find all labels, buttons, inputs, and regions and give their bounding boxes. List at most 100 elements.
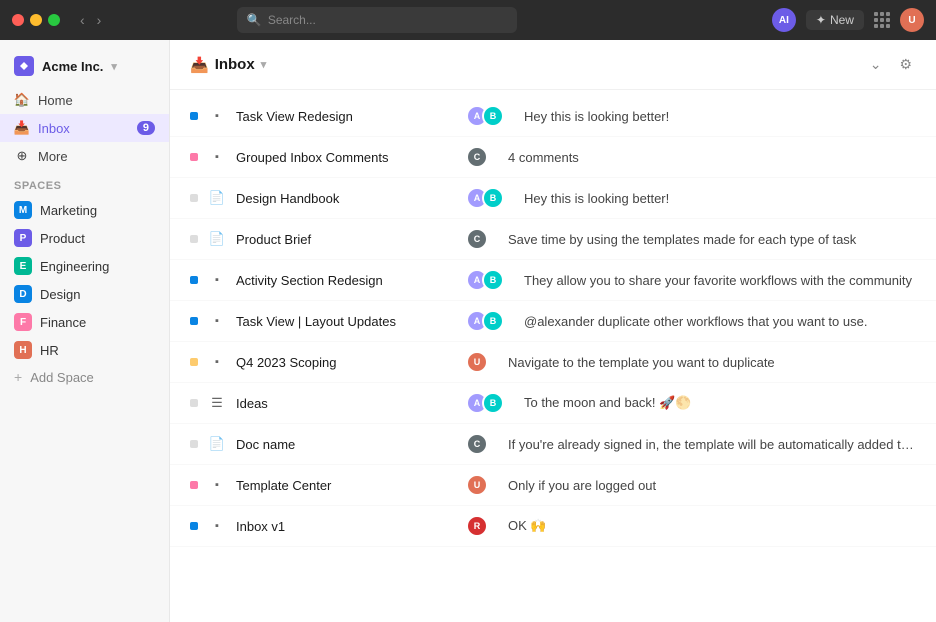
row-comment: To the moon and back! 🚀🌕 [524, 395, 916, 411]
row-title: Design Handbook [236, 191, 456, 206]
inbox-row-product-brief[interactable]: 📄 Product Brief C Save time by using the… [170, 219, 936, 260]
row-title: Grouped Inbox Comments [236, 150, 456, 165]
avatar-1: B [482, 310, 504, 332]
row-indicator [190, 276, 198, 284]
sidebar-item-more[interactable]: ⊕ More [0, 142, 169, 170]
add-space-button[interactable]: + Add Space [0, 364, 169, 390]
lines-icon: ☰ [208, 394, 226, 412]
forward-arrow[interactable]: › [93, 10, 106, 30]
close-dot[interactable] [12, 14, 24, 26]
more-icon: ⊕ [14, 148, 30, 164]
finance-avatar: F [14, 313, 32, 331]
brand-name: Acme Inc. [42, 59, 103, 74]
grid-icon[interactable] [874, 12, 890, 28]
row-avatars: U [466, 351, 488, 373]
sidebar-item-inbox[interactable]: 📥 Inbox 9 [0, 114, 169, 142]
inbox-row-doc-name[interactable]: 📄 Doc name C If you're already signed in… [170, 424, 936, 465]
inbox-row-q4-2023-scoping[interactable]: ▪ Q4 2023 Scoping U Navigate to the temp… [170, 342, 936, 383]
avatar-0: C [466, 433, 488, 455]
content-area: 📥 Inbox ▾ ⌄ ⚙ ▪ Task View Redesign AB He… [170, 40, 936, 622]
marketing-avatar: M [14, 201, 32, 219]
avatar-1: B [482, 187, 504, 209]
square-icon: ▪ [208, 353, 226, 371]
square-icon: ▪ [208, 107, 226, 125]
space-label-product: Product [40, 231, 85, 246]
doc-icon: 📄 [208, 435, 226, 453]
settings-icon[interactable]: ⚙ [895, 52, 916, 77]
row-title: Template Center [236, 478, 456, 493]
row-avatars: AB [466, 187, 504, 209]
home-icon: 🏠 [14, 92, 30, 108]
new-button[interactable]: ✦ New [806, 10, 864, 30]
ai-badge[interactable]: AI [772, 8, 796, 32]
row-indicator [190, 153, 198, 161]
inbox-title-text: Inbox [215, 56, 255, 73]
square-icon: ▪ [208, 148, 226, 166]
row-avatars: AB [466, 269, 504, 291]
sidebar-item-design[interactable]: D Design [0, 280, 169, 308]
brand-chevron: ▾ [111, 60, 117, 73]
sidebar-item-product[interactable]: P Product [0, 224, 169, 252]
sidebar-item-home[interactable]: 🏠 Home [0, 86, 169, 114]
filter-icon[interactable]: ⌄ [866, 52, 886, 77]
inbox-row-grouped-inbox-comments[interactable]: ▪ Grouped Inbox Comments C 4 comments [170, 137, 936, 178]
avatar-0: C [466, 146, 488, 168]
main-layout: Acme Inc. ▾ 🏠 Home 📥 Inbox 9 ⊕ More Spac… [0, 40, 936, 622]
plus-icon: + [14, 369, 22, 385]
row-comment: @alexander duplicate other workflows tha… [524, 314, 916, 329]
row-comment: 4 comments [508, 150, 916, 165]
user-avatar[interactable]: U [900, 8, 924, 32]
search-icon: 🔍 [247, 13, 262, 27]
row-avatars: C [466, 228, 488, 250]
row-comment: Hey this is looking better! [524, 191, 916, 206]
search-bar[interactable]: 🔍 Search... [237, 7, 517, 33]
space-label-finance: Finance [40, 315, 86, 330]
inbox-row-template-center[interactable]: ▪ Template Center U Only if you are logg… [170, 465, 936, 506]
inbox-row-activity-section-redesign[interactable]: ▪ Activity Section Redesign AB They allo… [170, 260, 936, 301]
product-avatar: P [14, 229, 32, 247]
row-title: Inbox v1 [236, 519, 456, 534]
sidebar-item-hr[interactable]: H HR [0, 336, 169, 364]
back-arrow[interactable]: ‹ [76, 10, 89, 30]
sidebar-item-marketing[interactable]: M Marketing [0, 196, 169, 224]
sidebar-label-inbox: Inbox [38, 121, 70, 136]
square-icon: ▪ [208, 476, 226, 494]
content-header: 📥 Inbox ▾ ⌄ ⚙ [170, 40, 936, 90]
add-space-label: Add Space [30, 370, 94, 385]
brand[interactable]: Acme Inc. ▾ [0, 52, 169, 86]
avatar-0: R [466, 515, 488, 537]
inbox-row-inbox-v1[interactable]: ▪ Inbox v1 R OK 🙌 [170, 506, 936, 547]
row-avatars: AB [466, 105, 504, 127]
row-comment: Navigate to the template you want to dup… [508, 355, 916, 370]
minimize-dot[interactable] [30, 14, 42, 26]
doc-icon: 📄 [208, 230, 226, 248]
inbox-title: 📥 Inbox ▾ [190, 56, 266, 74]
inbox-row-task-view-layout[interactable]: ▪ Task View | Layout Updates AB @alexand… [170, 301, 936, 342]
sidebar-label-more: More [38, 149, 68, 164]
row-title: Task View Redesign [236, 109, 456, 124]
space-label-hr: HR [40, 343, 59, 358]
space-label-marketing: Marketing [40, 203, 97, 218]
brand-icon [14, 56, 34, 76]
design-avatar: D [14, 285, 32, 303]
inbox-row-task-view-redesign[interactable]: ▪ Task View Redesign AB Hey this is look… [170, 96, 936, 137]
inbox-row-design-handbook[interactable]: 📄 Design Handbook AB Hey this is looking… [170, 178, 936, 219]
inbox-chevron[interactable]: ▾ [261, 58, 267, 71]
row-avatars: AB [466, 392, 504, 414]
square-icon: ▪ [208, 517, 226, 535]
titlebar: ‹ › 🔍 Search... AI ✦ New U [0, 0, 936, 40]
avatar-1: B [482, 392, 504, 414]
sidebar-nav: 🏠 Home 📥 Inbox 9 ⊕ More [0, 86, 169, 170]
row-indicator [190, 358, 198, 366]
row-comment: OK 🙌 [508, 518, 916, 534]
sidebar: Acme Inc. ▾ 🏠 Home 📥 Inbox 9 ⊕ More Spac… [0, 40, 170, 622]
sidebar-item-engineering[interactable]: E Engineering [0, 252, 169, 280]
sidebar-item-finance[interactable]: F Finance [0, 308, 169, 336]
avatar-1: B [482, 105, 504, 127]
inbox-row-ideas[interactable]: ☰ Ideas AB To the moon and back! 🚀🌕 [170, 383, 936, 424]
maximize-dot[interactable] [48, 14, 60, 26]
inbox-icon: 📥 [14, 120, 30, 136]
row-avatars: R [466, 515, 488, 537]
square-icon: ▪ [208, 312, 226, 330]
row-comment: Save time by using the templates made fo… [508, 232, 916, 247]
